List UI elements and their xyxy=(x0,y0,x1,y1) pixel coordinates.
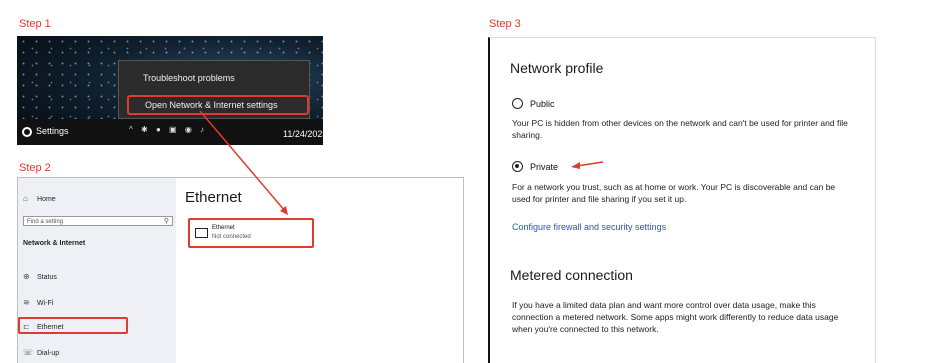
step2-settings-window: ⌂ Home Find a setting ⚲ Network & Internet… xyxy=(17,177,464,363)
ethernet-adapter-card[interactable]: Ethernet Not connected xyxy=(188,218,314,248)
wifi-icon: ≋ xyxy=(23,298,30,307)
chevron-up-icon[interactable]: ^ xyxy=(129,125,133,134)
adapter-status: Not connected xyxy=(212,234,251,240)
settings-sidebar: ⌂ Home Find a setting ⚲ Network & Internet… xyxy=(18,178,176,363)
radio-public[interactable]: Public xyxy=(512,98,555,109)
step3-network-profile-panel: Network profile Public Your PC is hidden… xyxy=(488,37,876,363)
app-icon[interactable]: ● xyxy=(156,125,161,134)
search-input[interactable]: Find a setting ⚲ xyxy=(23,216,173,226)
system-tray: ^ ✱ ● ▣ ◉ ♪ xyxy=(129,125,210,134)
sidebar-status-label: Status xyxy=(37,274,57,281)
radio-private-circle[interactable] xyxy=(512,161,523,172)
status-icon: ⊕ xyxy=(23,272,30,281)
radio-public-label: Public xyxy=(530,98,555,109)
step1-desktop-screenshot: Troubleshoot problems Open Network & Int… xyxy=(17,36,323,145)
sidebar-item-home[interactable]: ⌂ Home xyxy=(23,194,56,203)
network-context-menu: Troubleshoot problems Open Network & Int… xyxy=(118,60,310,119)
bluetooth-icon[interactable]: ✱ xyxy=(141,125,148,134)
metered-connection-title: Metered connection xyxy=(510,267,633,283)
volume-icon[interactable]: ♪ xyxy=(200,125,204,134)
metered-description: If you have a limited data plan and want… xyxy=(512,300,839,334)
search-icon: ⚲ xyxy=(163,218,169,225)
sidebar-wifi-label: Wi-Fi xyxy=(37,300,54,307)
home-icon: ⌂ xyxy=(23,194,28,203)
sidebar-item-dialup[interactable]: ☏ Dial-up xyxy=(23,348,59,357)
taskbar-settings[interactable]: Settings xyxy=(22,126,69,137)
network-icon[interactable]: ▣ xyxy=(169,125,177,134)
sidebar-ethernet-label: Ethernet xyxy=(37,324,64,331)
page-title: Ethernet xyxy=(185,189,242,206)
sidebar-home-label: Home xyxy=(37,196,56,203)
public-description: Your PC is hidden from other devices on … xyxy=(512,118,848,140)
taskbar-date[interactable]: 11/24/2023 xyxy=(283,129,323,139)
browser-icon[interactable]: ◉ xyxy=(185,125,192,134)
adapter-name: Ethernet xyxy=(212,225,235,231)
gear-icon xyxy=(22,126,32,137)
monitor-icon xyxy=(195,228,208,238)
menu-item-open-network-settings[interactable]: Open Network & Internet settings xyxy=(127,95,309,115)
sidebar-item-wifi[interactable]: ≋ Wi-Fi xyxy=(23,298,53,307)
radio-private[interactable]: Private xyxy=(512,161,558,172)
dialup-icon: ☏ xyxy=(23,348,34,357)
search-placeholder: Find a setting xyxy=(27,219,64,225)
step-3-label: Step 3 xyxy=(489,18,521,30)
private-description: For a network you trust, such as at home… xyxy=(512,182,836,204)
menu-item-troubleshoot[interactable]: Troubleshoot problems xyxy=(143,73,235,83)
radio-private-label: Private xyxy=(530,161,559,172)
pointer-arrow-icon xyxy=(571,161,604,169)
radio-public-circle[interactable] xyxy=(512,98,523,109)
ethernet-icon: ⊏ xyxy=(23,322,30,331)
sidebar-section-title: Network & Internet xyxy=(23,240,86,247)
step-2-label: Step 2 xyxy=(19,162,51,174)
configure-firewall-link[interactable]: Configure firewall and security settings xyxy=(512,222,666,232)
network-profile-title: Network profile xyxy=(510,60,604,76)
taskbar-settings-label: Settings xyxy=(36,126,69,136)
sidebar-dialup-label: Dial-up xyxy=(37,350,60,357)
taskbar: Settings ^ ✱ ● ▣ ◉ ♪ 11/24/2023 xyxy=(17,119,323,145)
step-1-label: Step 1 xyxy=(19,18,51,30)
sidebar-item-ethernet[interactable]: ⊏ Ethernet xyxy=(23,322,63,331)
sidebar-item-status[interactable]: ⊕ Status xyxy=(23,272,57,281)
